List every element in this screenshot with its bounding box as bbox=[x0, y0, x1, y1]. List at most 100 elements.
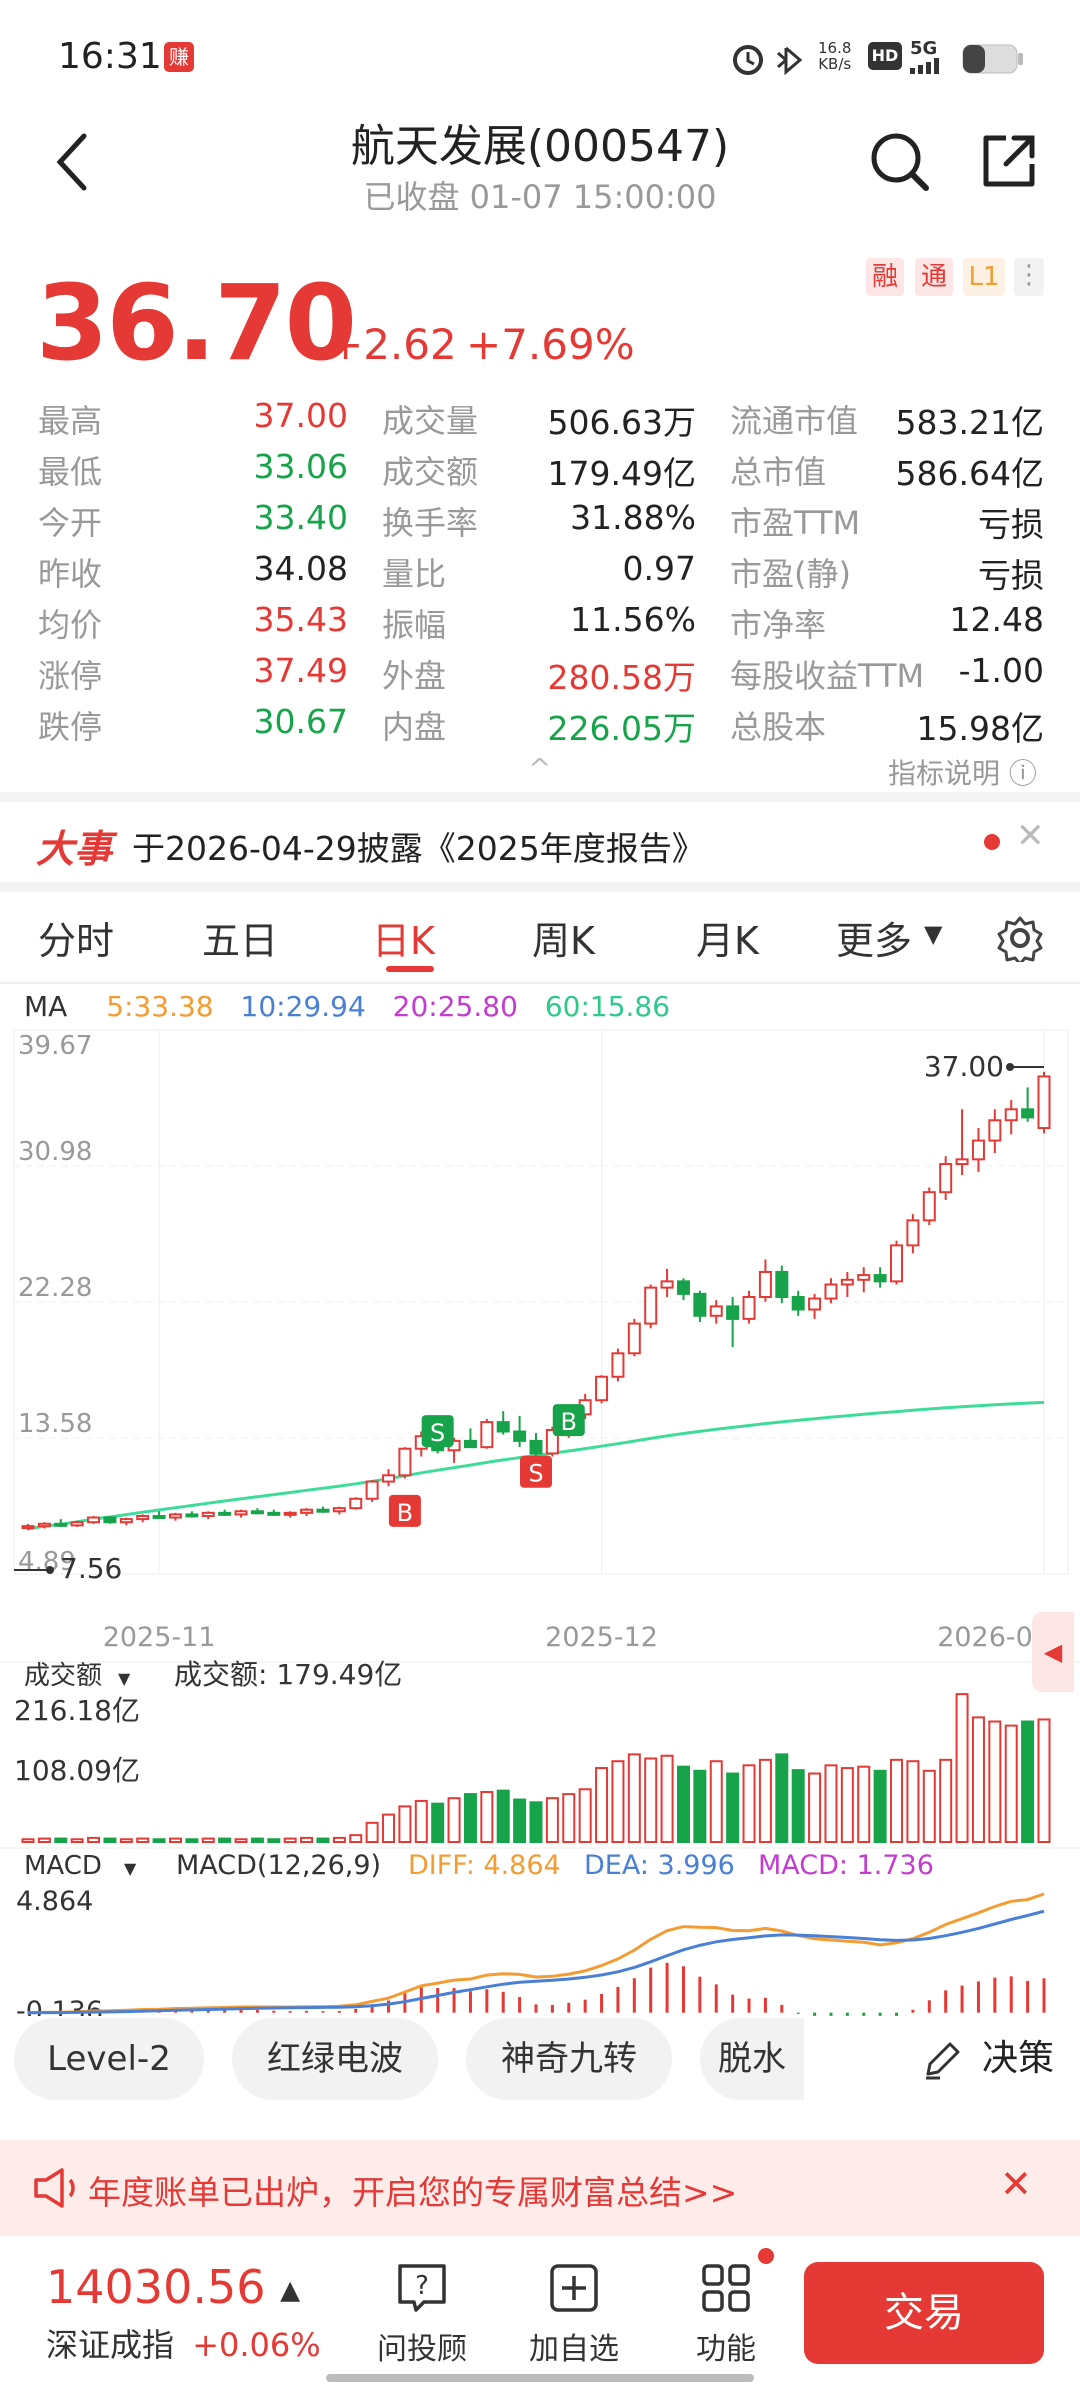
tab-more[interactable]: 更多 bbox=[836, 910, 912, 965]
stat-label: 跌停 bbox=[38, 708, 103, 746]
stat-label: 总市值 bbox=[730, 453, 827, 491]
candle-body bbox=[791, 1295, 805, 1311]
stat-label: 均价 bbox=[38, 606, 103, 644]
close-event-icon[interactable]: ✕ bbox=[1016, 816, 1045, 856]
candle-body bbox=[316, 1508, 330, 1513]
margin-tag[interactable]: 融 bbox=[866, 258, 904, 296]
volume-bar bbox=[463, 1793, 477, 1843]
volume-bar bbox=[873, 1769, 887, 1843]
candle-body bbox=[267, 1511, 281, 1516]
volume-bar bbox=[119, 1838, 133, 1843]
volume-bar bbox=[54, 1837, 68, 1843]
trade-marker-label: S bbox=[528, 1460, 543, 1488]
collapse-caret-icon[interactable]: ^ bbox=[528, 752, 551, 785]
volume-bar bbox=[693, 1769, 707, 1843]
nav-advisor[interactable]: ? 问投顾 bbox=[362, 2260, 482, 2368]
candle-body bbox=[21, 1525, 35, 1530]
side-panel-handle-icon[interactable]: ◀ bbox=[1032, 1612, 1074, 1692]
candle-body bbox=[382, 1474, 396, 1483]
stat-value: 31.88% bbox=[570, 498, 696, 537]
volume-bar bbox=[660, 1754, 674, 1843]
decision-label: 决策 bbox=[982, 2038, 1055, 2079]
candle-body bbox=[676, 1280, 690, 1295]
candle-body bbox=[611, 1352, 625, 1378]
stat-label: 量比 bbox=[382, 555, 447, 593]
volume-bar bbox=[971, 1716, 985, 1844]
stat-label: 涨停 bbox=[38, 657, 103, 695]
volume-caret-icon: ▼ bbox=[118, 1669, 131, 1688]
share-icon[interactable] bbox=[976, 130, 1040, 194]
stat-label: 今开 bbox=[38, 504, 103, 542]
volume-bar bbox=[676, 1765, 690, 1843]
hd-icon: HD bbox=[868, 42, 902, 70]
status-bar: 16:31 赚 16.8 KB/s HD 5G bbox=[0, 0, 1080, 110]
chip-level2[interactable]: Level-2 bbox=[14, 2018, 204, 2100]
more-dots-icon[interactable]: ⋮ bbox=[1014, 258, 1044, 296]
candle-body bbox=[627, 1322, 641, 1355]
x-tick-label: 2025-11 bbox=[103, 1622, 216, 1653]
volume-bar bbox=[1004, 1724, 1018, 1843]
volume-bar bbox=[857, 1765, 871, 1843]
volume-bar bbox=[185, 1838, 199, 1843]
volume-bar bbox=[431, 1802, 445, 1843]
stat-value: 179.49亿 bbox=[547, 454, 696, 493]
stock-chart[interactable]: 39.6730.9822.2813.584.892025-11 2025-12 20… bbox=[0, 1026, 1080, 2016]
tab-daily-k[interactable]: 日K bbox=[372, 910, 435, 965]
stat-value: 34.08 bbox=[253, 549, 348, 588]
tab-weekly-k[interactable]: 周K bbox=[532, 910, 595, 965]
volume-bar bbox=[922, 1769, 936, 1843]
candle-body bbox=[136, 1514, 150, 1521]
volume-bar bbox=[218, 1837, 232, 1843]
search-icon[interactable] bbox=[868, 130, 932, 194]
tab-five-day[interactable]: 五日 bbox=[202, 910, 278, 965]
candle-body bbox=[250, 1510, 264, 1515]
candle-body bbox=[922, 1191, 936, 1222]
volume-bar bbox=[398, 1805, 412, 1843]
chip-red-green-wave[interactable]: 红绿电波 bbox=[232, 2018, 438, 2100]
chip-dehydrate[interactable]: 脱水 bbox=[700, 2018, 804, 2100]
macd-diff-line bbox=[27, 1892, 1045, 2015]
nav-functions[interactable]: 功能 bbox=[666, 2260, 786, 2368]
decision-pen-icon bbox=[926, 2042, 960, 2080]
more-caret-icon[interactable]: ▼ bbox=[924, 920, 942, 948]
decision-button[interactable]: 决策 bbox=[920, 2018, 1054, 2100]
candle-body bbox=[463, 1439, 477, 1449]
candle-body bbox=[54, 1522, 68, 1527]
chip-magic-nine[interactable]: 神奇九转 bbox=[466, 2018, 672, 2100]
nav-add-watchlist[interactable]: 加自选 bbox=[514, 2260, 634, 2368]
candle-body bbox=[185, 1513, 199, 1518]
settings-icon[interactable] bbox=[996, 914, 1044, 962]
tab-intraday[interactable]: 分时 bbox=[38, 910, 114, 965]
volume-y-tick: 108.09亿 bbox=[14, 1754, 140, 1787]
promo-banner[interactable]: 年度账单已出炉，开启您的专属财富总结>> ✕ bbox=[0, 2140, 1080, 2236]
indicator-note-label: 指标说明 bbox=[888, 757, 1001, 790]
tab-monthly-k[interactable]: 月K bbox=[696, 910, 759, 965]
stat-label: 外盘 bbox=[382, 657, 447, 695]
event-bar[interactable]: 大事 于2026-04-29披露《2025年度报告》 ✕ bbox=[0, 802, 1080, 882]
stat-label: 市盈(静) bbox=[730, 555, 851, 593]
event-text: 于2026-04-29披露《2025年度报告》 bbox=[132, 829, 705, 868]
trade-button[interactable]: 交易 bbox=[804, 2262, 1044, 2364]
candle-body bbox=[1037, 1075, 1051, 1130]
stat-value: 583.21亿 bbox=[895, 403, 1044, 442]
index-name: 深证成指 bbox=[46, 2326, 175, 2364]
battery-icon bbox=[962, 44, 1023, 74]
question-icon: ? bbox=[398, 2264, 446, 2312]
candle-body bbox=[742, 1295, 756, 1320]
candle-body bbox=[840, 1278, 854, 1286]
stat-label: 总股本 bbox=[730, 708, 827, 746]
level-tag[interactable]: L1 bbox=[963, 258, 1005, 296]
volume-bar bbox=[21, 1838, 35, 1843]
connect-tag[interactable]: 通 bbox=[915, 258, 953, 296]
close-banner-icon[interactable]: ✕ bbox=[1000, 2162, 1032, 2206]
stat-label: 流通市值 bbox=[730, 402, 859, 440]
y-tick-label: 39.67 bbox=[18, 1031, 92, 1061]
stat-value: 586.64亿 bbox=[895, 454, 1044, 493]
indicator-note-link[interactable]: 指标说明 ⓘ bbox=[888, 752, 1037, 792]
index-info[interactable]: 深证成指 +0.06% bbox=[46, 2320, 321, 2366]
stat-value: 35.43 bbox=[253, 600, 348, 639]
index-value[interactable]: 14030.56 ▲ bbox=[46, 2260, 300, 2314]
stat-value: 30.67 bbox=[253, 702, 348, 741]
volume-bar bbox=[332, 1836, 346, 1844]
volume-bar bbox=[578, 1788, 592, 1843]
